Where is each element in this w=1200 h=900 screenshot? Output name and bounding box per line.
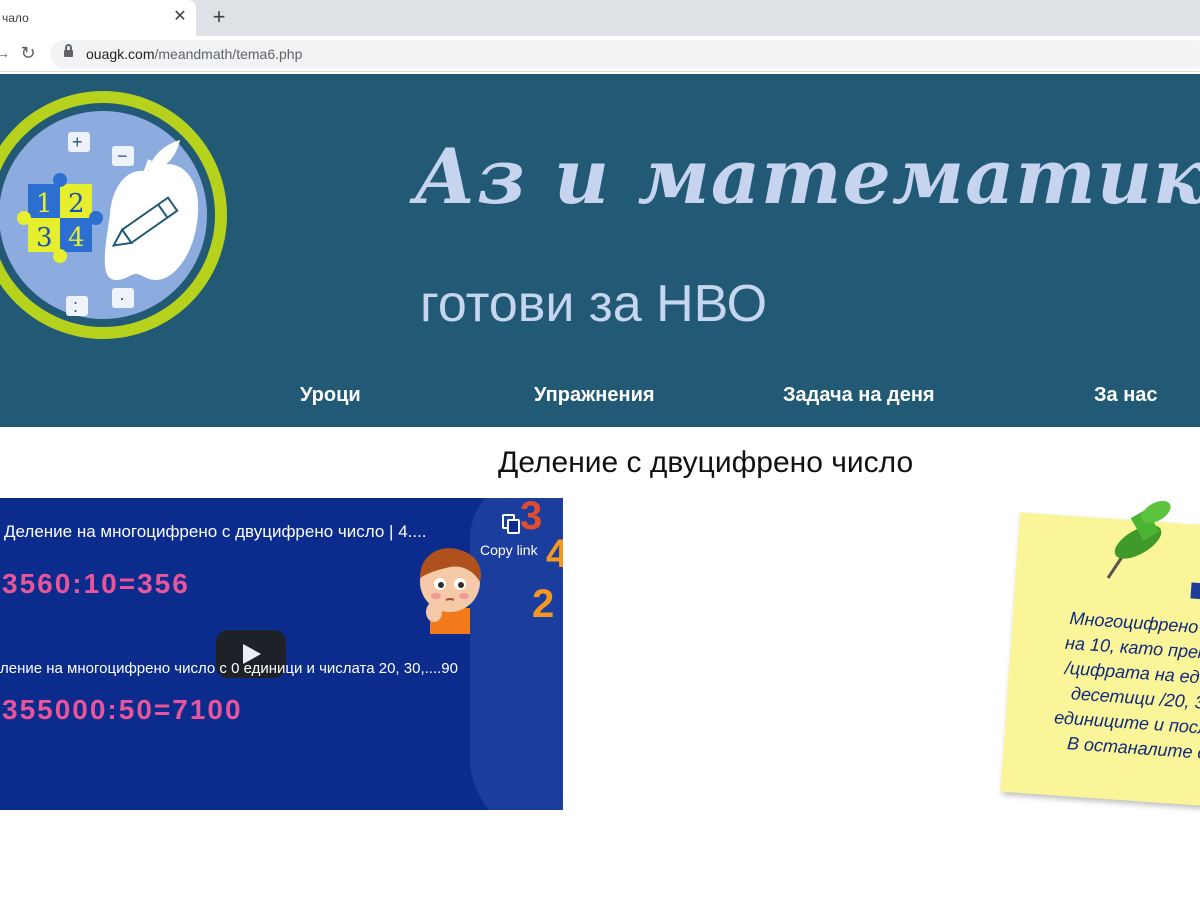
note-text: Многоцифрено чис на 10, като премаж /циф…	[1011, 603, 1200, 771]
tab-title: чало	[2, 11, 29, 25]
deco-digit: 4	[546, 532, 563, 576]
logo-tile: :	[73, 296, 78, 316]
browser-tab-bar: чало ✕ +	[0, 0, 1200, 36]
nav-item-about[interactable]: За нас	[1094, 384, 1158, 407]
logo-tile: ·	[119, 288, 125, 308]
new-tab-button[interactable]: +	[207, 5, 231, 29]
video-caption: ление на многоцифрено число с 0 единици …	[0, 660, 458, 677]
video-player[interactable]: 3 4 2 Деление на многоцифрено с двуцифре…	[0, 498, 563, 810]
url-host: ouagk.com	[86, 46, 155, 62]
note-mark	[1190, 582, 1200, 600]
nav-item-task-of-day[interactable]: Задача на деня	[783, 384, 935, 407]
logo-tile: +	[72, 132, 83, 152]
url-text[interactable]: ouagk.com/meandmath/tema6.php	[86, 46, 302, 62]
site-title: Аз и математиката	[414, 132, 1200, 221]
logo-digit: 1	[36, 189, 53, 219]
site-header: 1 2 3 4 + − : · Аз и математиката готови…	[0, 74, 1200, 427]
site-logo[interactable]: 1 2 3 4 + − : ·	[0, 84, 236, 346]
lock-icon[interactable]	[64, 44, 73, 59]
browser-tab[interactable]: чало ✕	[0, 0, 196, 36]
logo-digit: 2	[68, 189, 85, 219]
video-equation: 3560:10=356	[2, 568, 190, 600]
logo-tile: −	[117, 146, 128, 166]
deco-digit: 2	[532, 582, 555, 626]
equation-text: 355000:50=7100	[2, 694, 243, 725]
copy-icon	[502, 514, 520, 534]
site-subtitle: готови за НВО	[420, 275, 768, 333]
page-title: Деление с двуцифрено число	[498, 446, 914, 479]
tab-close-icon[interactable]: ✕	[172, 8, 188, 26]
pushpin-icon	[1106, 500, 1171, 579]
logo-digit: 4	[68, 223, 85, 253]
back-arrow-icon[interactable]: →	[0, 45, 10, 61]
video-title[interactable]: Деление на многоцифрено с двуцифрено чис…	[4, 522, 427, 542]
nav-item-lessons[interactable]: Уроци	[300, 384, 361, 407]
address-bar[interactable]: ouagk.com/meandmath/tema6.php	[50, 40, 1200, 68]
equation-text: 3560:10=356	[2, 568, 190, 599]
cartoon-boy-image	[420, 548, 482, 634]
browser-toolbar: → ↻ ouagk.com/meandmath/tema6.php	[0, 36, 1200, 72]
reload-icon[interactable]: ↻	[18, 42, 38, 64]
nav-item-exercises[interactable]: Упражнения	[534, 384, 655, 407]
main-nav: Уроци Упражнения Задача на деня За нас	[0, 374, 1200, 420]
url-path: /meandmath/tema6.php	[154, 46, 303, 62]
logo-digit: 3	[36, 223, 53, 253]
video-equation: 355000:50=7100	[2, 694, 243, 726]
